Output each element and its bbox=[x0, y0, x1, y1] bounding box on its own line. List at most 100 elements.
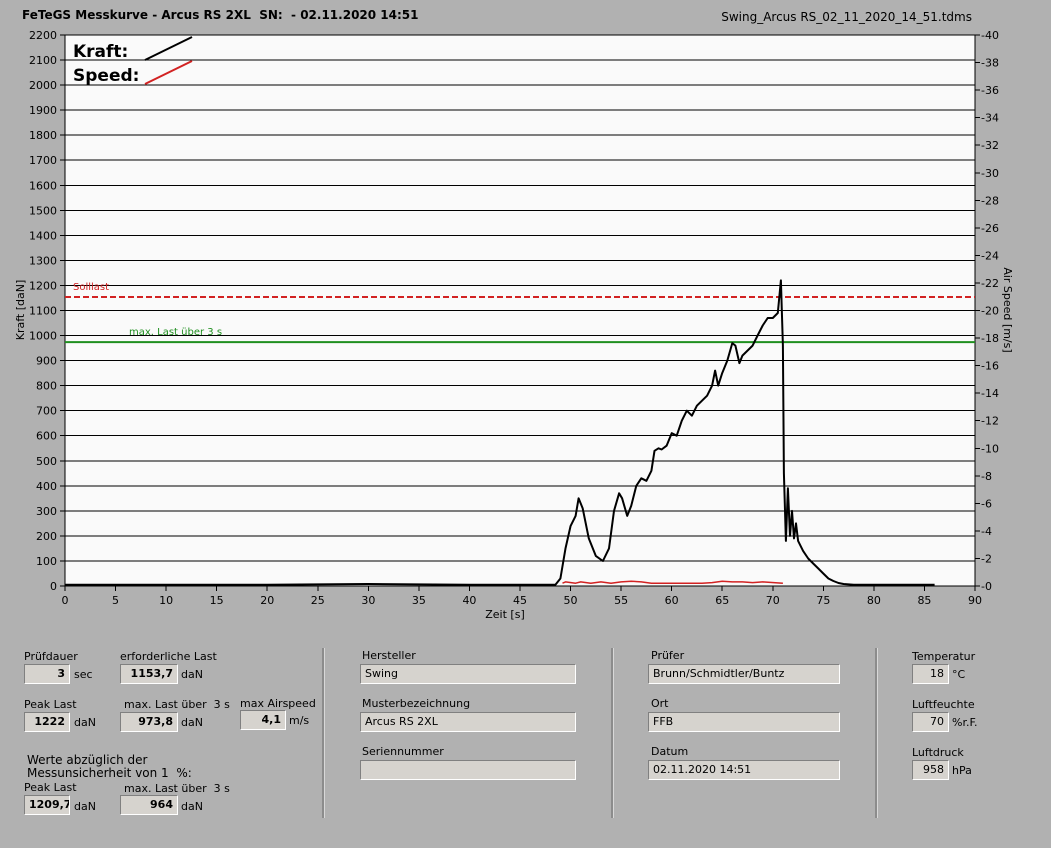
x-axis-label: Zeit [s] bbox=[485, 608, 524, 621]
y-tick-label: 1500 bbox=[29, 204, 57, 217]
max-last-field: 973,8 bbox=[120, 712, 178, 732]
y2-tick-label: -0 bbox=[981, 580, 992, 593]
reference-line-label: max. Last über 3 s bbox=[129, 327, 222, 338]
max-last-corr-field: 964 bbox=[120, 795, 178, 815]
peak-last-corr-unit: daN bbox=[74, 800, 96, 813]
x-tick-label: 25 bbox=[311, 594, 325, 607]
serien-label: Seriennummer bbox=[362, 745, 444, 758]
x-tick-label: 80 bbox=[867, 594, 881, 607]
pruefdauer-label: Prüfdauer bbox=[24, 650, 78, 663]
y-tick-label: 1300 bbox=[29, 254, 57, 267]
separator bbox=[875, 648, 878, 818]
y-tick-label: 1200 bbox=[29, 279, 57, 292]
peak-last-corr-label: Peak Last bbox=[24, 781, 77, 794]
y-axis-label: Kraft [daN] bbox=[14, 280, 27, 341]
x-tick-label: 0 bbox=[62, 594, 69, 607]
y-tick-label: 100 bbox=[36, 555, 57, 568]
x-tick-label: 60 bbox=[665, 594, 679, 607]
luftfeuchte-label: Luftfeuchte bbox=[912, 698, 975, 711]
x-tick-label: 5 bbox=[112, 594, 119, 607]
y-tick-label: 1000 bbox=[29, 330, 57, 343]
y-tick-label: 1600 bbox=[29, 179, 57, 192]
y2-tick-label: -2 bbox=[981, 552, 992, 565]
hersteller-field: Swing bbox=[360, 664, 576, 684]
legend-label: Speed: bbox=[73, 66, 139, 86]
separator bbox=[322, 648, 325, 818]
y2-tick-label: -16 bbox=[981, 360, 999, 373]
max-airspeed-unit: m/s bbox=[289, 714, 310, 727]
y-tick-label: 400 bbox=[36, 480, 57, 493]
ort-field: FFB bbox=[648, 712, 840, 732]
max-airspeed-field: 4,1 bbox=[240, 710, 286, 730]
serien-field bbox=[360, 760, 576, 780]
luftdruck-unit: hPa bbox=[952, 764, 972, 777]
y-tick-label: 1100 bbox=[29, 305, 57, 318]
y2-tick-label: -40 bbox=[981, 29, 999, 42]
y2-tick-label: -8 bbox=[981, 470, 992, 483]
x-tick-label: 45 bbox=[513, 594, 527, 607]
force-speed-chart: 0100200300400500600700800900100011001200… bbox=[14, 29, 1014, 621]
x-tick-label: 75 bbox=[816, 594, 830, 607]
y2-tick-label: -28 bbox=[981, 194, 999, 207]
x-tick-label: 35 bbox=[412, 594, 426, 607]
y2-tick-label: -20 bbox=[981, 305, 999, 318]
pruefdauer-field: 3 bbox=[24, 664, 70, 684]
y-tick-label: 500 bbox=[36, 455, 57, 468]
ort-label: Ort bbox=[651, 697, 669, 710]
y-tick-label: 1400 bbox=[29, 229, 57, 242]
x-tick-label: 15 bbox=[210, 594, 224, 607]
y2-tick-label: -26 bbox=[981, 222, 999, 235]
y-tick-label: 1800 bbox=[29, 129, 57, 142]
luftdruck-label: Luftdruck bbox=[912, 746, 964, 759]
y-tick-label: 900 bbox=[36, 355, 57, 368]
muster-field: Arcus RS 2XL bbox=[360, 712, 576, 732]
temperatur-unit: °C bbox=[952, 668, 966, 681]
y2-axis-label: Air Speed [m/s] bbox=[1001, 267, 1014, 352]
luftfeuchte-field: 70 bbox=[912, 712, 949, 732]
peak-last-label: Peak Last bbox=[24, 698, 77, 711]
y2-tick-label: -30 bbox=[981, 167, 999, 180]
y2-tick-label: -38 bbox=[981, 57, 999, 70]
x-tick-label: 10 bbox=[159, 594, 173, 607]
x-tick-label: 85 bbox=[917, 594, 931, 607]
y2-tick-label: -18 bbox=[981, 332, 999, 345]
erforderliche-last-unit: daN bbox=[181, 668, 203, 681]
x-tick-label: 50 bbox=[564, 594, 578, 607]
x-tick-label: 65 bbox=[715, 594, 729, 607]
max-last-unit: daN bbox=[181, 716, 203, 729]
muster-label: Musterbezeichnung bbox=[362, 697, 471, 710]
max-airspeed-label: max Airspeed bbox=[240, 697, 316, 710]
y-tick-label: 2100 bbox=[29, 54, 57, 67]
y-tick-label: 0 bbox=[50, 580, 57, 593]
x-tick-label: 70 bbox=[766, 594, 780, 607]
y-tick-label: 1700 bbox=[29, 154, 57, 167]
y-tick-label: 2200 bbox=[29, 29, 57, 42]
y-tick-label: 800 bbox=[36, 380, 57, 393]
y2-axis-tick-labels: -0 -2 -4 -6 -8 -10 -12 -14 -16 -18 -20 -22 -24 -26 -28… bbox=[981, 29, 999, 593]
x-axis-tick-labels: 0 5 10 15 20 25 30 35 40 45 50 55 60 65 70 75 80 85 90 bbox=[62, 594, 983, 607]
y2-tick-label: -22 bbox=[981, 277, 999, 290]
temperatur-field: 18 bbox=[912, 664, 949, 684]
max-last-corr-label: max. Last über 3 s bbox=[124, 782, 230, 795]
x-tick-label: 40 bbox=[462, 594, 476, 607]
y2-tick-label: -4 bbox=[981, 525, 992, 538]
y2-tick-label: -6 bbox=[981, 497, 992, 510]
x-tick-label: 90 bbox=[968, 594, 982, 607]
datum-label: Datum bbox=[651, 745, 689, 758]
y-tick-label: 700 bbox=[36, 405, 57, 418]
luftdruck-field: 958 bbox=[912, 760, 949, 780]
luftfeuchte-unit: %r.F. bbox=[952, 716, 978, 729]
y-tick-label: 1900 bbox=[29, 104, 57, 117]
max-last-corr-unit: daN bbox=[181, 800, 203, 813]
y-tick-label: 600 bbox=[36, 430, 57, 443]
legend-label: Kraft: bbox=[73, 42, 128, 62]
y-tick-label: 200 bbox=[36, 530, 57, 543]
werte-note: Werte abzüglich der Messunsicherheit von… bbox=[27, 753, 192, 780]
max-last-label: max. Last über 3 s bbox=[124, 698, 230, 711]
y-tick-label: 2000 bbox=[29, 79, 57, 92]
y2-tick-label: -14 bbox=[981, 387, 999, 400]
datum-field: 02.11.2020 14:51 bbox=[648, 760, 840, 780]
y2-tick-label: -10 bbox=[981, 442, 999, 455]
pruefer-label: Prüfer bbox=[651, 649, 685, 662]
pruefer-field: Brunn/Schmidtler/Buntz bbox=[648, 664, 840, 684]
